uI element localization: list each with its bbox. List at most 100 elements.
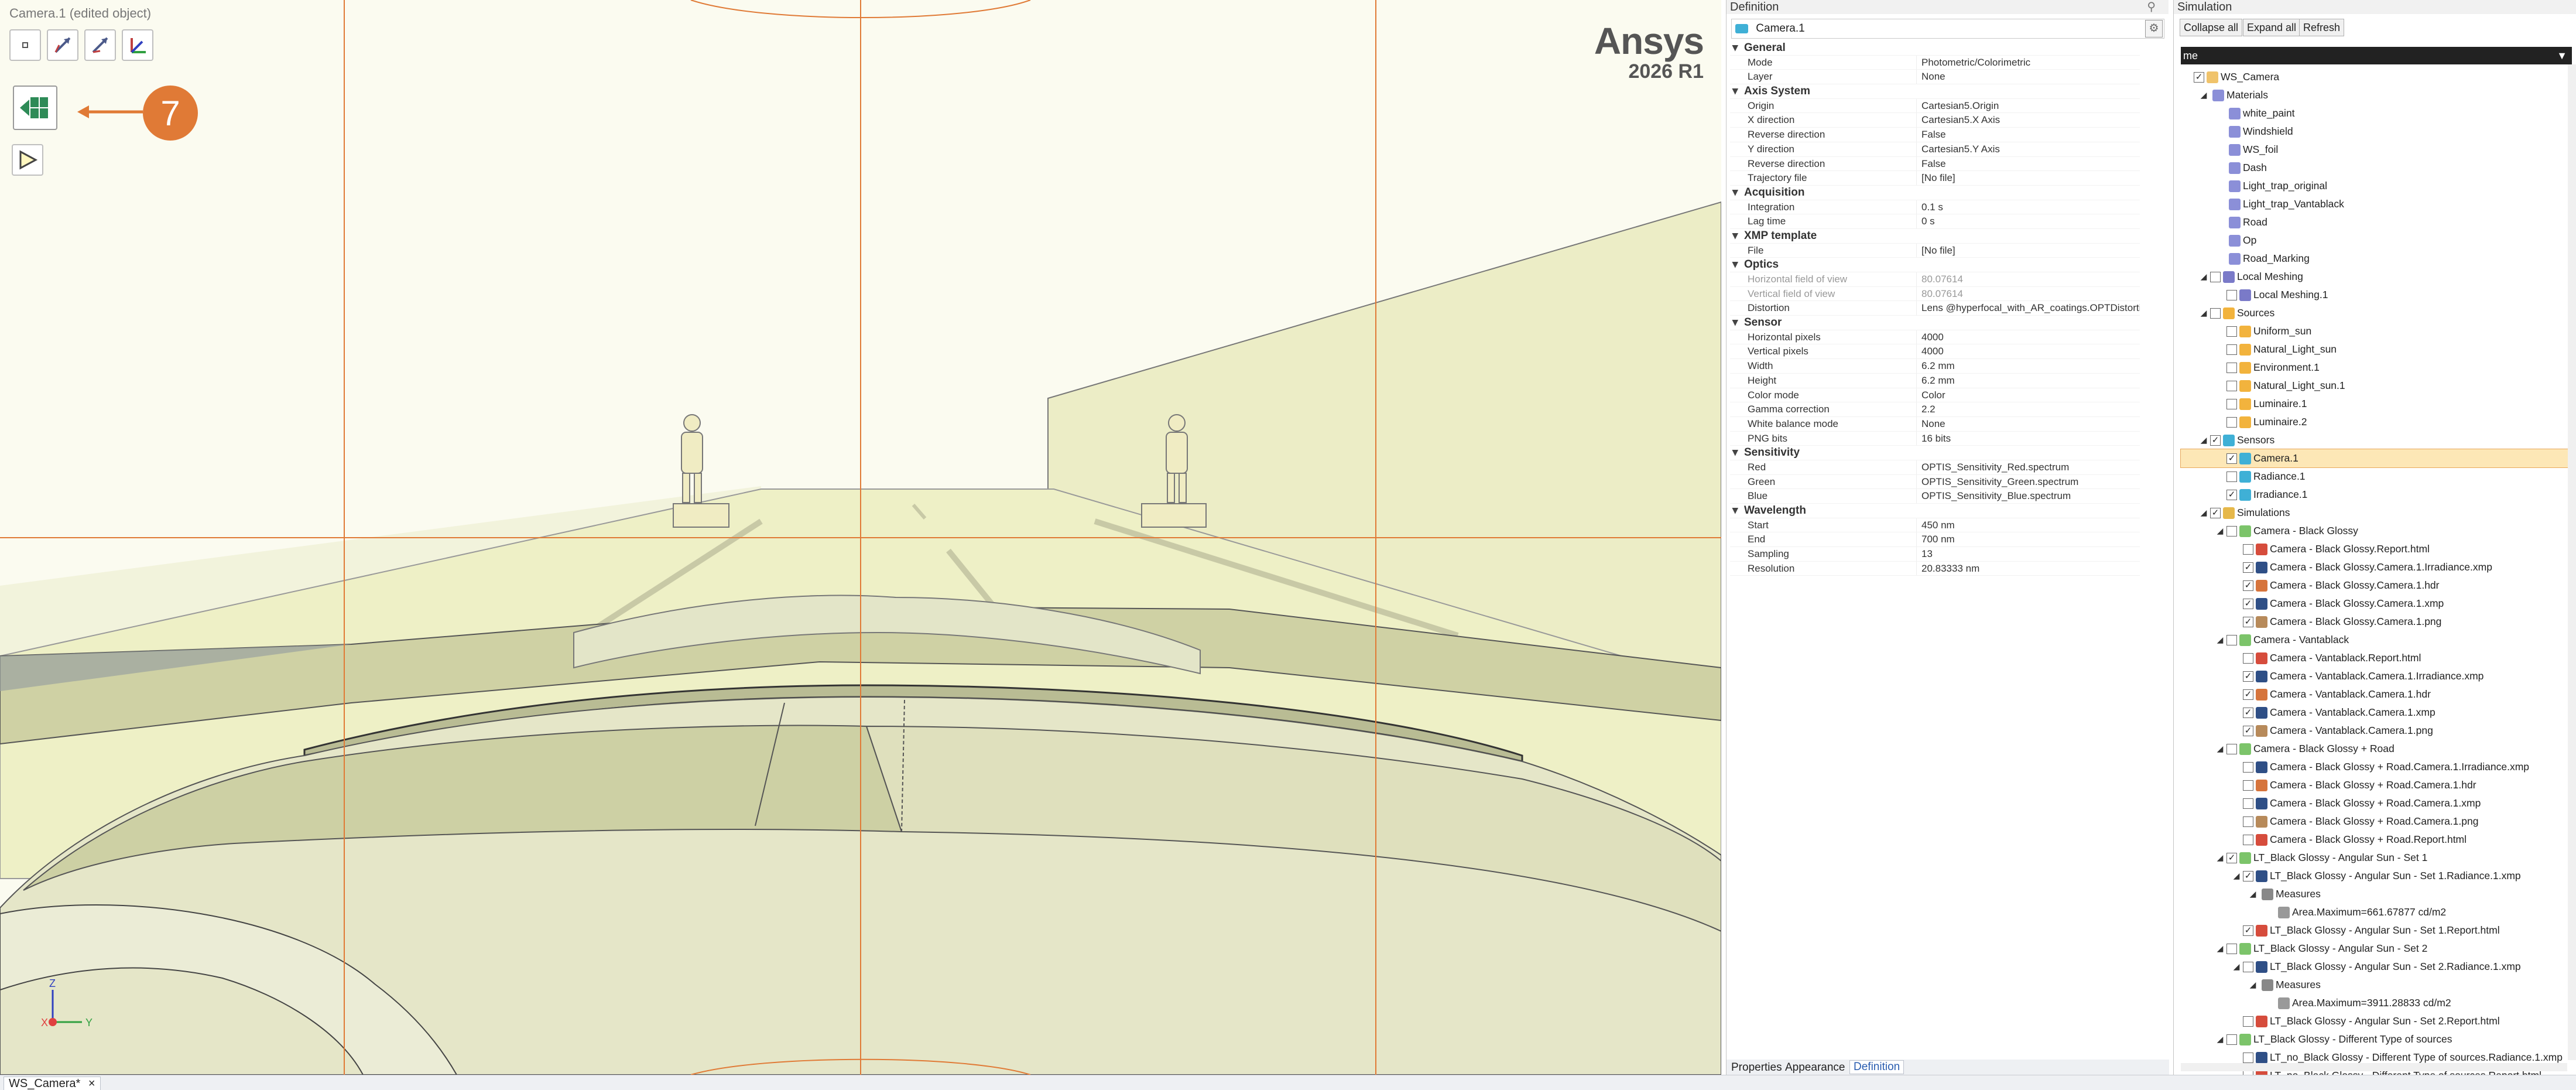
tree-item[interactable]: Area.Maximum=3911.28833 cd/m2 bbox=[2181, 994, 2572, 1012]
tree-horizontal-scrollbar[interactable] bbox=[2181, 1063, 2567, 1071]
visibility-checkbox[interactable]: ✓ bbox=[2243, 616, 2253, 627]
property-value[interactable]: OPTIS_Sensitivity_Red.spectrum bbox=[1916, 460, 2140, 474]
collapse-chevron-icon[interactable]: ▾ bbox=[1730, 316, 1741, 330]
property-row[interactable]: Blue OPTIS_Sensitivity_Blue.spectrum bbox=[1730, 489, 2140, 504]
tree-item[interactable]: Camera - Black Glossy + Road.Camera.1.xm… bbox=[2181, 794, 2572, 812]
tree-item[interactable]: Op bbox=[2181, 231, 2572, 250]
property-row[interactable]: Horizontal pixels 4000 bbox=[1730, 330, 2140, 345]
visibility-checkbox[interactable] bbox=[2243, 1016, 2253, 1027]
tree-item[interactable]: ✓ Camera - Black Glossy.Camera.1.xmp bbox=[2181, 594, 2572, 613]
property-value[interactable]: Cartesian5.Y Axis bbox=[1916, 142, 2140, 156]
axis-system-button[interactable] bbox=[122, 29, 153, 61]
close-icon[interactable]: × bbox=[88, 1077, 95, 1090]
visibility-checkbox[interactable] bbox=[2243, 780, 2253, 791]
property-row[interactable]: Vertical pixels 4000 bbox=[1730, 344, 2140, 360]
expand-toggle-icon[interactable]: ◢ bbox=[2232, 962, 2241, 972]
property-value[interactable]: 450 nm bbox=[1916, 518, 2140, 532]
property-row[interactable]: Lag time 0 s bbox=[1730, 214, 2140, 229]
property-value[interactable]: None bbox=[1916, 70, 2140, 84]
expand-toggle-icon[interactable]: ◢ bbox=[2200, 272, 2208, 282]
pin-icon[interactable]: ⚲ bbox=[2147, 0, 2156, 14]
tree-item[interactable]: WS_foil bbox=[2181, 141, 2572, 159]
axis-direction-2-button[interactable] bbox=[84, 29, 116, 61]
visibility-checkbox[interactable]: ✓ bbox=[2226, 453, 2237, 464]
tree-item[interactable]: ◢ Local Meshing bbox=[2181, 268, 2572, 286]
tree-item[interactable]: ✓ WS_Camera bbox=[2181, 68, 2572, 86]
property-category[interactable]: ▾ Sensor bbox=[1730, 316, 2140, 330]
property-value[interactable]: OPTIS_Sensitivity_Green.spectrum bbox=[1916, 474, 2140, 489]
tree-item[interactable]: ◢ Sources bbox=[2181, 304, 2572, 322]
property-row[interactable]: Sampling 13 bbox=[1730, 547, 2140, 562]
visibility-checkbox[interactable] bbox=[2243, 761, 2253, 773]
collapse-chevron-icon[interactable]: ▾ bbox=[1730, 41, 1741, 55]
visibility-checkbox[interactable]: ✓ bbox=[2210, 507, 2221, 518]
property-row[interactable]: Integration 0.1 s bbox=[1730, 200, 2140, 215]
tree-item[interactable]: ✓ Irradiance.1 bbox=[2181, 486, 2572, 504]
visibility-checkbox[interactable] bbox=[2226, 362, 2237, 373]
visibility-checkbox[interactable] bbox=[2226, 398, 2237, 409]
tab-properties[interactable]: Properties bbox=[1731, 1061, 1782, 1074]
expand-toggle-icon[interactable]: ◢ bbox=[2200, 435, 2208, 445]
visibility-checkbox[interactable] bbox=[2243, 816, 2253, 827]
axis-direction-button[interactable] bbox=[47, 29, 78, 61]
tree-item[interactable]: ✓ Camera.1 bbox=[2180, 449, 2572, 468]
refresh-button[interactable]: Refresh bbox=[2299, 19, 2345, 36]
property-row[interactable]: Red OPTIS_Sensitivity_Red.spectrum bbox=[1730, 460, 2140, 475]
property-row[interactable]: End 700 nm bbox=[1730, 532, 2140, 548]
tree-column-header[interactable]: me ▼ bbox=[2181, 47, 2572, 64]
property-value[interactable]: 0 s bbox=[1916, 214, 2140, 228]
property-row[interactable]: File [No file] bbox=[1730, 243, 2140, 258]
visibility-checkbox[interactable]: ✓ bbox=[2243, 562, 2253, 573]
property-value[interactable]: OPTIS_Sensitivity_Blue.spectrum bbox=[1916, 489, 2140, 503]
expand-toggle-icon[interactable]: ◢ bbox=[2216, 853, 2224, 863]
expand-toggle-icon[interactable]: ◢ bbox=[2216, 526, 2224, 536]
visibility-checkbox[interactable] bbox=[2243, 798, 2253, 809]
visibility-checkbox[interactable]: ✓ bbox=[2243, 925, 2253, 936]
visibility-checkbox[interactable]: ✓ bbox=[2243, 671, 2253, 682]
expand-all-button[interactable]: Expand all bbox=[2243, 19, 2301, 36]
tree-item[interactable]: ◢ ✓ Sensors bbox=[2181, 431, 2572, 449]
tree-item[interactable]: Local Meshing.1 bbox=[2181, 286, 2572, 304]
property-row[interactable]: Green OPTIS_Sensitivity_Green.spectrum bbox=[1730, 474, 2140, 490]
property-value[interactable]: False bbox=[1916, 128, 2140, 142]
origin-point-button[interactable] bbox=[9, 29, 41, 61]
property-row[interactable]: Vertical field of view 80.07614 bbox=[1730, 286, 2140, 302]
tree-item[interactable]: ✓ LT_Black Glossy - Angular Sun - Set 1.R… bbox=[2181, 921, 2572, 939]
visibility-checkbox[interactable] bbox=[2226, 743, 2237, 754]
visibility-checkbox[interactable] bbox=[2226, 289, 2237, 300]
property-value[interactable]: 700 nm bbox=[1916, 532, 2140, 547]
tree-item[interactable]: ✓ Camera - Black Glossy.Camera.1.png bbox=[2181, 613, 2572, 631]
visibility-checkbox[interactable] bbox=[2243, 961, 2253, 972]
property-category[interactable]: ▾ Optics bbox=[1730, 258, 2140, 272]
scene-canvas[interactable]: Z X Y bbox=[0, 0, 1721, 1075]
visibility-checkbox[interactable] bbox=[2226, 943, 2237, 954]
expand-toggle-icon[interactable]: ◢ bbox=[2216, 744, 2224, 754]
visibility-checkbox[interactable]: ✓ bbox=[2243, 580, 2253, 591]
visibility-checkbox[interactable] bbox=[2226, 525, 2237, 537]
tree-item[interactable]: Radiance.1 bbox=[2181, 467, 2572, 486]
tree-item[interactable]: Camera - Black Glossy + Road.Report.html bbox=[2181, 831, 2572, 849]
tree-item[interactable]: Uniform_sun bbox=[2181, 322, 2572, 340]
tree-item[interactable]: LT_Black Glossy - Angular Sun - Set 2.Re… bbox=[2181, 1012, 2572, 1030]
property-category[interactable]: ▾ Acquisition bbox=[1730, 186, 2140, 200]
3d-viewport[interactable]: Z X Y Camera.1 (edited object) 7 Ansys 2… bbox=[0, 0, 1721, 1075]
property-row[interactable]: X direction Cartesian5.X Axis bbox=[1730, 113, 2140, 128]
camera-preview-button[interactable] bbox=[13, 86, 57, 130]
property-value[interactable]: 6.2 mm bbox=[1916, 373, 2140, 388]
visibility-checkbox[interactable] bbox=[2226, 380, 2237, 391]
property-value[interactable]: Cartesian5.X Axis bbox=[1916, 113, 2140, 128]
property-row[interactable]: Resolution 20.83333 nm bbox=[1730, 561, 2140, 576]
tree-item[interactable]: Luminaire.2 bbox=[2181, 413, 2572, 431]
visibility-checkbox[interactable] bbox=[2226, 1034, 2237, 1045]
property-value[interactable]: 13 bbox=[1916, 547, 2140, 561]
visibility-checkbox[interactable] bbox=[2243, 544, 2253, 555]
tree-item[interactable]: Dash bbox=[2181, 159, 2572, 177]
tree-item[interactable]: Camera - Black Glossy + Road.Camera.1.pn… bbox=[2181, 812, 2572, 831]
visibility-checkbox[interactable]: ✓ bbox=[2226, 489, 2237, 500]
tree-item[interactable]: Natural_Light_sun bbox=[2181, 340, 2572, 358]
visibility-checkbox[interactable]: ✓ bbox=[2243, 870, 2253, 881]
tree-vertical-scrollbar[interactable] bbox=[2568, 64, 2576, 1060]
expand-toggle-icon[interactable]: ◢ bbox=[2200, 508, 2208, 518]
tree-item[interactable]: Area.Maximum=661.67877 cd/m2 bbox=[2181, 903, 2572, 921]
tree-item[interactable]: ◢ LT_Black Glossy - Angular Sun - Set 2.R… bbox=[2181, 958, 2572, 976]
